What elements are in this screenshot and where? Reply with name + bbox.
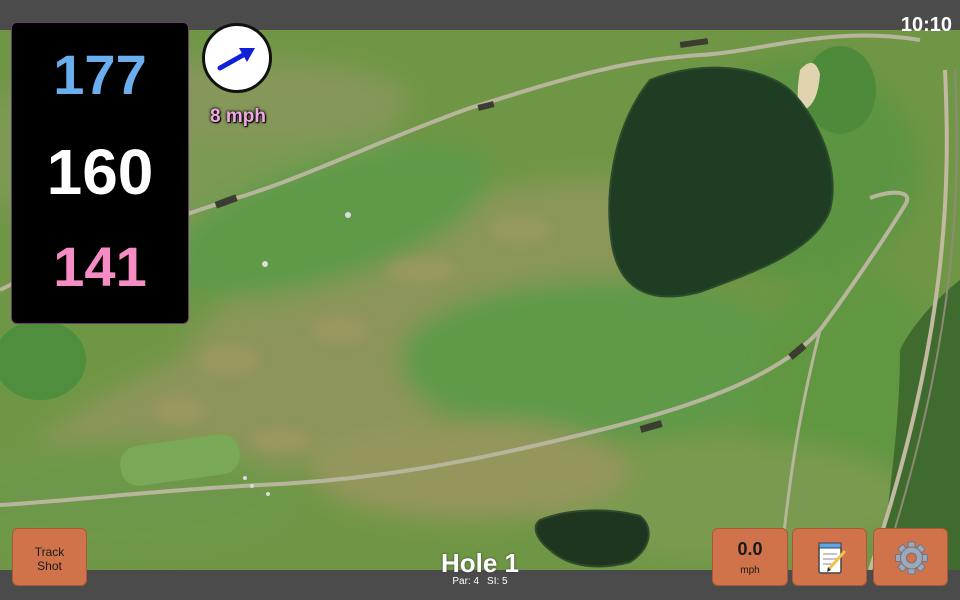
hole-details: Par: 4 SI: 5: [380, 576, 580, 588]
si-label: SI: 5: [487, 576, 508, 587]
par-label: Par: 4: [452, 576, 480, 587]
notes-button[interactable]: [792, 528, 867, 586]
clock: 10:10: [900, 14, 952, 36]
distance-front: 141: [53, 235, 147, 298]
notepad-icon: [793, 529, 866, 585]
distance-middle: 160: [46, 136, 154, 208]
gear-icon: [874, 529, 947, 585]
wind-arrow-icon: [217, 48, 255, 71]
hole-info: Hole 1 Par: 4 SI: 5: [380, 549, 580, 588]
track-shot-button[interactable]: Track Shot: [12, 528, 87, 586]
speed-value: 0.0: [737, 539, 763, 559]
wind-direction-dial: [202, 23, 272, 93]
wind-speed-label: 8 mph: [210, 106, 266, 127]
distance-panel: 177 160 141: [11, 22, 189, 324]
track-shot-label-line1: Track: [34, 545, 65, 559]
speed-unit: mph: [740, 565, 760, 576]
distance-back: 177: [53, 43, 147, 106]
track-shot-label-line2: Shot: [37, 559, 62, 573]
hole-title: Hole 1: [440, 548, 520, 578]
settings-button[interactable]: [873, 528, 948, 586]
speed-button[interactable]: 0.0 mph: [712, 528, 788, 586]
